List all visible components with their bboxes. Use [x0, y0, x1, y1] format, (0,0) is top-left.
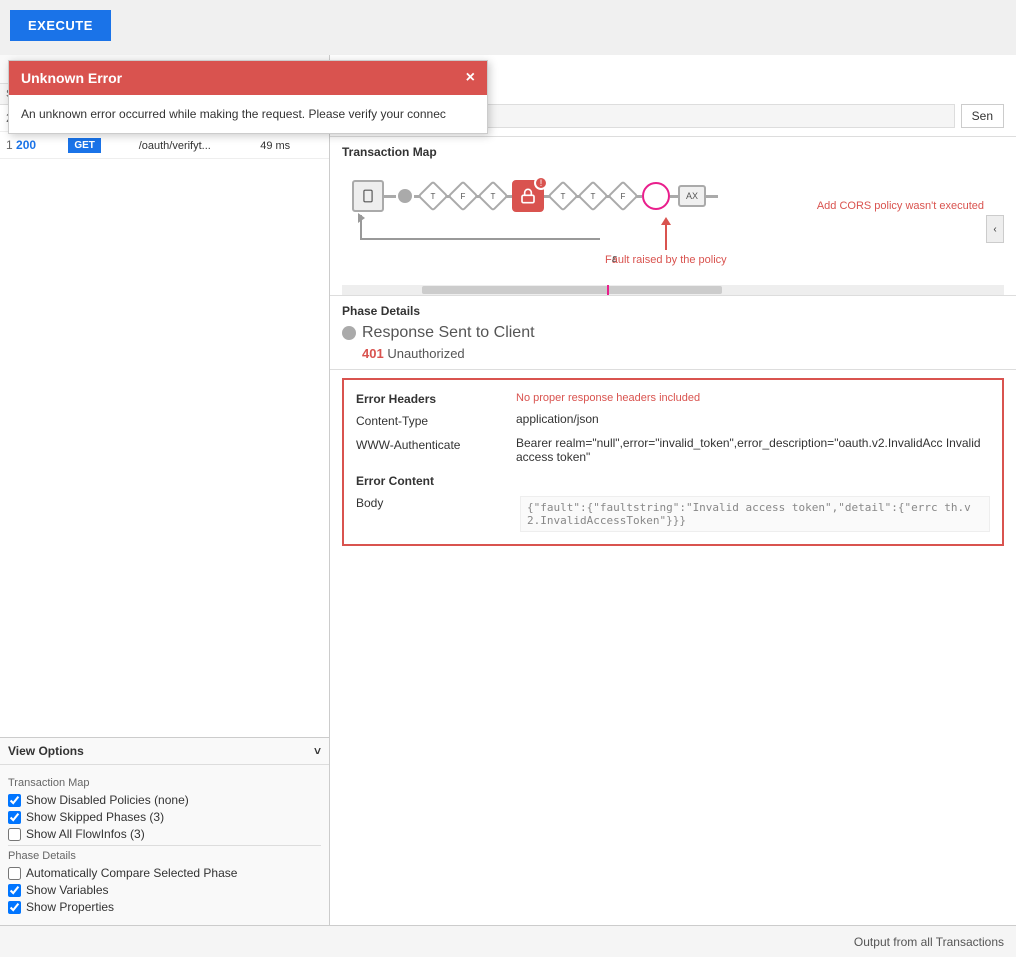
- pipeline: T F T !: [352, 180, 718, 212]
- map-scrollbar-thumb: [422, 286, 722, 294]
- phone-node[interactable]: [352, 180, 384, 212]
- error-content-grid: Body {"fault":{"faultstring":"Invalid ac…: [356, 496, 990, 532]
- send-button[interactable]: Sen: [961, 104, 1004, 128]
- phase-details-section: Phase Details Response Sent to Client 40…: [330, 296, 1016, 370]
- body-label: Body: [356, 496, 516, 532]
- transactions-content: Status Method URI Elapsed 2 401 GET /oau…: [0, 84, 329, 737]
- right-panel: Send Requests Method URL GET Sen Transac…: [330, 55, 1016, 925]
- checkbox-row[interactable]: Show Skipped Phases (3): [8, 810, 321, 824]
- epsilon-label: ε: [612, 253, 617, 265]
- error-headers-title: Error Headers: [356, 392, 516, 406]
- view-options-expand-icon[interactable]: ˅: [314, 744, 321, 758]
- uri-cell: /oauth/verifyt...: [133, 132, 255, 159]
- transaction-map-visual: T F T !: [342, 165, 1004, 285]
- content-type-label: Content-Type: [356, 412, 516, 430]
- gray-dot: [398, 189, 412, 203]
- table-row[interactable]: 1 200 GET /oauth/verifyt... 49 ms: [0, 132, 329, 159]
- checkbox-row[interactable]: Show All FlowInfos (3): [8, 827, 321, 841]
- error-modal: Unknown Error × An unknown error occurre…: [8, 60, 488, 134]
- error-modal-close-button[interactable]: ×: [466, 69, 475, 87]
- view-options-panel: View Options ˅ Transaction Map Show Disa…: [0, 737, 329, 925]
- error-content-title: Error Content: [356, 474, 990, 488]
- map-scrollbar-marker: [607, 285, 609, 295]
- fault-arrow: [665, 225, 667, 250]
- www-authenticate-value: Bearer realm="null",error="invalid_token…: [516, 436, 990, 464]
- error-modal-body: An unknown error occurred while making t…: [9, 95, 487, 133]
- t-diamond-1[interactable]: T: [417, 180, 448, 211]
- transaction-map-section-label: Transaction Map: [8, 777, 321, 789]
- status-text: Unauthorized: [387, 346, 464, 361]
- expand-right-button[interactable]: ‹: [986, 215, 1004, 243]
- row-num: 1 200: [0, 132, 62, 159]
- view-options-title: View Options: [8, 744, 84, 758]
- error-details-box: Error Headers No proper response headers…: [342, 378, 1004, 546]
- view-options-header[interactable]: View Options ˅: [0, 738, 329, 765]
- status-cell: 200: [16, 138, 36, 152]
- fault-annotation: Fault raised by the policy: [605, 217, 727, 266]
- body-value: {"fault":{"faultstring":"Invalid access …: [520, 496, 990, 532]
- lock-node[interactable]: !: [512, 180, 544, 212]
- www-authenticate-label: WWW-Authenticate: [356, 436, 516, 464]
- left-panel: Transactions « Status Method URI Elapsed…: [0, 55, 330, 925]
- elapsed-cell: 49 ms: [254, 132, 329, 159]
- phase-name-text: Response Sent to Client: [362, 324, 535, 342]
- error-modal-title: Unknown Error: [21, 70, 122, 86]
- cors-annotation: Add CORS policy wasn't executed: [817, 200, 984, 212]
- transaction-map-title: Transaction Map: [342, 145, 1004, 159]
- phase-dot: [342, 326, 356, 340]
- checkbox-label-cb6: Show Properties: [26, 900, 114, 914]
- checkbox-cb5[interactable]: [8, 884, 21, 897]
- error-headers-grid: Error Headers No proper response headers…: [356, 392, 990, 464]
- phase-status: 401 Unauthorized: [362, 346, 1004, 361]
- fault-text: Fault raised by the policy: [605, 254, 727, 266]
- return-arrow: [360, 215, 600, 240]
- execute-button[interactable]: EXECUTE: [10, 10, 111, 41]
- checkbox-label-cb4: Automatically Compare Selected Phase: [26, 866, 237, 880]
- checkbox-row[interactable]: Show Variables: [8, 883, 321, 897]
- error-modal-message: An unknown error occurred while making t…: [21, 107, 446, 121]
- checkbox-row[interactable]: Show Disabled Policies (none): [8, 793, 321, 807]
- checkbox-cb6[interactable]: [8, 901, 21, 914]
- content-type-value: application/json: [516, 412, 990, 430]
- phase-details-title: Phase Details: [342, 304, 1004, 318]
- return-arrowhead: [358, 213, 365, 223]
- bottom-bar: Output from all Transactions: [0, 925, 1016, 957]
- transaction-map-section: Transaction Map T: [330, 137, 1016, 296]
- checkbox-label-cb1: Show Disabled Policies (none): [26, 793, 189, 807]
- error-headers-warning: No proper response headers included: [516, 392, 990, 404]
- t-diamond-3[interactable]: T: [547, 180, 578, 211]
- phase-name: Response Sent to Client: [342, 324, 1004, 342]
- f-diamond-2[interactable]: F: [607, 180, 638, 211]
- f-diamond-1[interactable]: F: [447, 180, 478, 211]
- error-modal-header: Unknown Error ×: [9, 61, 487, 95]
- status-code: 401: [362, 346, 384, 361]
- checkbox-label-cb2: Show Skipped Phases (3): [26, 810, 164, 824]
- checkbox-cb3[interactable]: [8, 828, 21, 841]
- checkbox-row[interactable]: Show Properties: [8, 900, 321, 914]
- checkbox-cb4[interactable]: [8, 867, 21, 880]
- ax-node[interactable]: AX: [678, 185, 706, 207]
- pink-circle-node[interactable]: [642, 182, 670, 210]
- phase-details-section-label: Phase Details: [8, 850, 321, 862]
- checkbox-label-cb5: Show Variables: [26, 883, 109, 897]
- map-scrollbar[interactable]: [342, 285, 1004, 295]
- fault-arrowhead: [661, 217, 671, 225]
- view-options-body: Transaction Map Show Disabled Policies (…: [0, 765, 329, 925]
- t-diamond-4[interactable]: T: [577, 180, 608, 211]
- t-diamond-2[interactable]: T: [477, 180, 508, 211]
- checkbox-cb2[interactable]: [8, 811, 21, 824]
- checkbox-label-cb3: Show All FlowInfos (3): [26, 827, 145, 841]
- checkbox-row[interactable]: Automatically Compare Selected Phase: [8, 866, 321, 880]
- method-cell: GET: [62, 132, 132, 159]
- bottom-bar-label: Output from all Transactions: [854, 935, 1004, 949]
- checkbox-cb1[interactable]: [8, 794, 21, 807]
